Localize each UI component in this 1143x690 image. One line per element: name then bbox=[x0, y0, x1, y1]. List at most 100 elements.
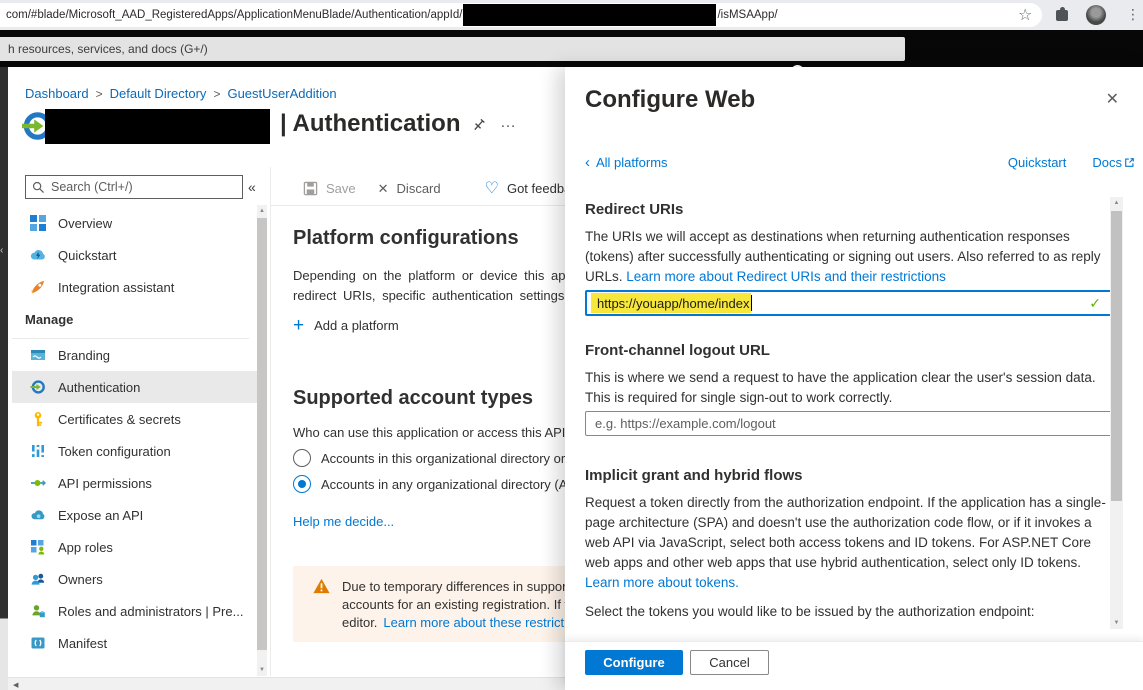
azure-topbar: h resources, services, and docs (G+/) 1 … bbox=[0, 30, 1143, 67]
bookmark-star-icon[interactable]: ☆ bbox=[1018, 5, 1032, 25]
redirect-uris-learn-more-link[interactable]: Learn more about Redirect URIs and their… bbox=[626, 269, 946, 284]
panel-scrollbar[interactable]: ▲ ▼ bbox=[1110, 197, 1123, 629]
cancel-button[interactable]: Cancel bbox=[690, 650, 769, 675]
redirect-uri-value: https://youapp/home/index bbox=[591, 293, 751, 313]
authentication-blade-content: Save ✕ Discard ♡ Got feedback Platform c… bbox=[271, 172, 565, 677]
command-bar: Save ✕ Discard ♡ Got feedback bbox=[271, 172, 565, 206]
warning-infobox: Due to temporary differences in supporte… bbox=[293, 566, 565, 642]
got-feedback-button[interactable]: ♡ Got feedback bbox=[485, 181, 565, 197]
sidebar-item-roles-administrators[interactable]: Roles and administrators | Pre... bbox=[12, 595, 257, 627]
scroll-up-icon[interactable]: ▲ bbox=[257, 208, 267, 214]
configure-button[interactable]: Configure bbox=[585, 650, 683, 675]
redirect-uri-input[interactable]: https://youapp/home/index ✓ bbox=[585, 290, 1112, 316]
more-options-icon[interactable]: … bbox=[500, 114, 517, 132]
discard-button[interactable]: ✕ Discard bbox=[378, 181, 441, 197]
authentication-icon bbox=[30, 379, 46, 395]
plus-icon: + bbox=[293, 316, 304, 335]
save-button[interactable]: Save bbox=[303, 181, 356, 196]
blade-edge-chevron-icon: ‹ bbox=[0, 245, 3, 256]
sidebar-item-authentication[interactable]: Authentication bbox=[12, 371, 257, 403]
logout-url-input[interactable] bbox=[585, 411, 1112, 436]
sidebar-item-owners[interactable]: Owners bbox=[12, 563, 257, 595]
portal-search-box[interactable]: h resources, services, and docs (G+/) bbox=[0, 37, 905, 61]
sidebar-search-input[interactable] bbox=[51, 180, 221, 194]
scroll-down-icon[interactable]: ▼ bbox=[1110, 620, 1123, 626]
sidebar-item-branding[interactable]: Branding bbox=[12, 339, 257, 371]
app-roles-icon bbox=[30, 539, 46, 555]
sidebar-item-expose-an-api[interactable]: Expose an API bbox=[12, 499, 257, 531]
collapse-sidebar-button[interactable]: « bbox=[248, 179, 256, 195]
sidebar-item-quickstart[interactable]: Quickstart bbox=[12, 239, 257, 271]
implicit-grant-heading: Implicit grant and hybrid flows bbox=[585, 467, 1112, 484]
overview-icon bbox=[30, 215, 46, 231]
extension-icon[interactable] bbox=[1056, 10, 1068, 21]
restrictions-link[interactable]: Learn more about these restrictions. bbox=[383, 615, 565, 630]
certificates-key-icon bbox=[30, 411, 46, 427]
scroll-down-icon[interactable]: ▼ bbox=[257, 667, 267, 673]
supported-account-types-heading: Supported account types bbox=[293, 387, 565, 410]
integration-assistant-icon bbox=[30, 279, 46, 295]
all-platforms-back-link[interactable]: ‹ All platforms bbox=[585, 155, 668, 170]
sidebar-item-manifest[interactable]: Manifest bbox=[12, 627, 257, 659]
radio-multi-tenant[interactable]: Accounts in any organizational directory… bbox=[293, 475, 565, 493]
breadcrumb-guestuseraddition[interactable]: GuestUserAddition bbox=[227, 86, 336, 101]
panel-nav: ‹ All platforms Quickstart Docs bbox=[585, 155, 1135, 170]
close-icon[interactable]: ✕ bbox=[1106, 89, 1119, 109]
sidebar-item-token-configuration[interactable]: Token configuration bbox=[12, 435, 257, 467]
azure-portal-window: com/#blade/Microsoft_AAD_RegisteredApps/… bbox=[0, 0, 1143, 690]
redirect-uris-heading: Redirect URIs bbox=[585, 201, 1112, 218]
branding-icon bbox=[30, 347, 46, 363]
owners-icon bbox=[30, 571, 46, 587]
front-channel-logout-heading: Front-channel logout URL bbox=[585, 342, 1112, 359]
save-icon bbox=[303, 181, 318, 196]
configure-web-panel: Configure Web ✕ ‹ All platforms Quicksta… bbox=[565, 67, 1143, 690]
sidebar-item-overview[interactable]: Overview bbox=[12, 207, 257, 239]
platform-description: Depending on the platform or device this… bbox=[293, 266, 565, 306]
url-text: com/#blade/Microsoft_AAD_RegisteredApps/… bbox=[6, 9, 462, 21]
sidebar-scrollbar-thumb[interactable] bbox=[257, 218, 267, 650]
api-permissions-icon bbox=[30, 475, 46, 491]
sidebar-search[interactable] bbox=[25, 175, 243, 199]
breadcrumb-separator: > bbox=[213, 87, 220, 101]
breadcrumb-default-directory[interactable]: Default Directory bbox=[110, 86, 207, 101]
token-configuration-icon bbox=[30, 443, 46, 459]
sidebar-nav: Overview Quickstart Integration assistan… bbox=[12, 207, 257, 659]
breadcrumb-dashboard[interactable]: Dashboard bbox=[25, 86, 89, 101]
panel-footer: Configure Cancel bbox=[565, 641, 1143, 690]
sidebar-item-api-permissions[interactable]: API permissions bbox=[12, 467, 257, 499]
breadcrumb-separator: > bbox=[96, 87, 103, 101]
address-bar[interactable]: com/#blade/Microsoft_AAD_RegisteredApps/… bbox=[0, 3, 1042, 27]
scroll-left-icon[interactable]: ◀ bbox=[13, 681, 18, 689]
valid-check-icon: ✓ bbox=[1089, 295, 1101, 312]
panel-scrollbar-thumb[interactable] bbox=[1111, 211, 1122, 501]
docs-link[interactable]: Docs bbox=[1092, 155, 1135, 170]
browser-profile-avatar[interactable] bbox=[1086, 5, 1106, 25]
sidebar-item-integration-assistant[interactable]: Integration assistant bbox=[12, 271, 257, 303]
panel-body: Redirect URIs The URIs we will accept as… bbox=[585, 195, 1112, 622]
discard-x-icon: ✕ bbox=[378, 181, 389, 197]
scroll-up-icon[interactable]: ▲ bbox=[1110, 200, 1123, 206]
sidebar-scrollbar[interactable]: ▲ ▼ bbox=[257, 205, 267, 676]
external-link-icon bbox=[1124, 157, 1135, 168]
accounts-question: Who can use this application or access t… bbox=[293, 425, 565, 440]
redacted-app-name bbox=[45, 109, 270, 144]
help-me-decide-link[interactable]: Help me decide... bbox=[293, 514, 394, 529]
warning-triangle-icon bbox=[313, 578, 330, 632]
radio-selected[interactable] bbox=[293, 475, 311, 493]
back-chevron-icon: ‹ bbox=[585, 155, 590, 170]
quickstart-link[interactable]: Quickstart bbox=[1008, 155, 1067, 170]
browser-menu-icon[interactable]: ⋮ bbox=[1126, 6, 1140, 23]
sidebar-item-certificates-secrets[interactable]: Certificates & secrets bbox=[12, 403, 257, 435]
tokens-learn-more-link[interactable]: Learn more about tokens. bbox=[585, 575, 739, 590]
sidebar-item-app-roles[interactable]: App roles bbox=[12, 531, 257, 563]
redirect-uris-description: The URIs we will accept as destinations … bbox=[585, 227, 1112, 287]
radio-single-tenant[interactable]: Accounts in this organizational director… bbox=[293, 449, 565, 467]
add-platform-button[interactable]: + Add a platform bbox=[293, 316, 565, 335]
warning-text: Due to temporary differences in supporte… bbox=[342, 578, 565, 632]
pin-icon[interactable] bbox=[470, 117, 487, 139]
horizontal-scrollbar[interactable]: ◀ bbox=[8, 677, 565, 690]
expose-api-icon bbox=[30, 507, 46, 523]
background-blade-edge: ‹ bbox=[0, 67, 8, 690]
radio-unselected[interactable] bbox=[293, 449, 311, 467]
sidebar-section-manage: Manage bbox=[12, 303, 249, 339]
